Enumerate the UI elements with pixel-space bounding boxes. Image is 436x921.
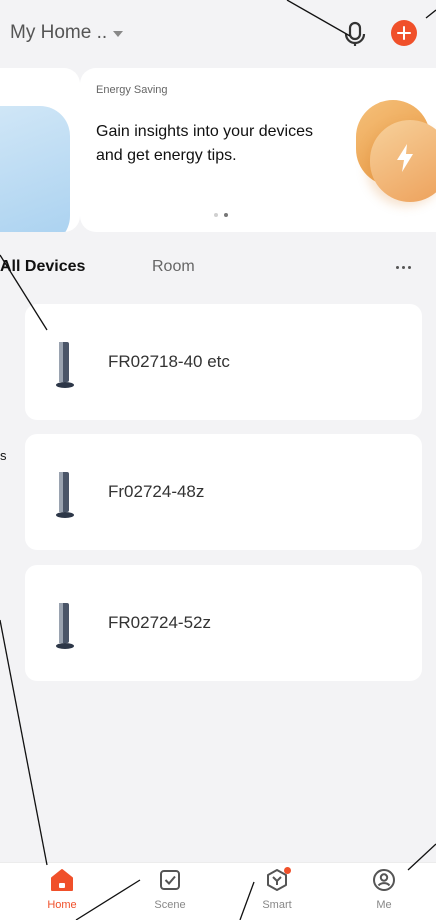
banner-graphic: [0, 106, 70, 232]
checkbox-icon: [160, 870, 180, 890]
tab-me[interactable]: Me: [344, 863, 424, 921]
tab-home[interactable]: Home: [22, 863, 102, 921]
device-name: FR02724-52z: [108, 613, 212, 632]
energy-saving-banner[interactable]: Energy Saving Gain insights into your de…: [80, 68, 436, 232]
caret-down-icon: [113, 31, 124, 37]
tab-label: Scene: [154, 899, 186, 911]
tab-label: Smart: [262, 899, 292, 911]
profile-icon: [373, 869, 395, 891]
home-name: My Home ..: [10, 22, 108, 43]
device-name: Fr02724-48z: [108, 482, 205, 501]
notification-badge: [284, 867, 291, 874]
add-device-button[interactable]: [391, 20, 417, 46]
device-card[interactable]: FR02718-40 etc: [25, 304, 422, 420]
tower-heater-icon: [56, 342, 74, 388]
microphone-icon[interactable]: [342, 20, 368, 48]
banner-previous-card[interactable]: [0, 68, 80, 232]
tower-heater-icon: [56, 472, 74, 518]
tab-label: Home: [47, 899, 77, 911]
tower-heater-icon: [56, 603, 74, 649]
tab-smart[interactable]: Smart: [237, 863, 317, 921]
bottom-tab-bar: Home Scene Smart Me: [0, 862, 436, 921]
banner-headline: Gain insights into your devices and get …: [96, 123, 313, 164]
banner-kicker: Energy Saving: [96, 84, 168, 96]
pagination-dot: [214, 213, 218, 217]
header: My Home ..: [0, 0, 436, 66]
home-icon: [51, 869, 73, 891]
banner-pagination: [214, 213, 228, 217]
device-card[interactable]: FR02724-52z: [25, 565, 422, 681]
device-name: FR02718-40 etc: [108, 352, 230, 371]
home-selector[interactable]: My Home ..: [10, 22, 124, 44]
device-tabs: All Devices Room: [0, 258, 436, 284]
clipped-edge-text: s: [0, 448, 7, 463]
tab-all-devices[interactable]: All Devices: [0, 258, 85, 276]
app-screen: My Home .. Energy Saving Gain insights i…: [0, 0, 436, 862]
device-card[interactable]: Fr02724-48z: [25, 434, 422, 550]
tab-label: Me: [376, 899, 392, 911]
more-options-icon[interactable]: [396, 266, 411, 269]
pagination-dot-active: [224, 213, 228, 217]
tab-scene[interactable]: Scene: [130, 863, 210, 921]
tab-room[interactable]: Room: [152, 258, 195, 276]
lightning-bolt-icon: [397, 144, 413, 172]
